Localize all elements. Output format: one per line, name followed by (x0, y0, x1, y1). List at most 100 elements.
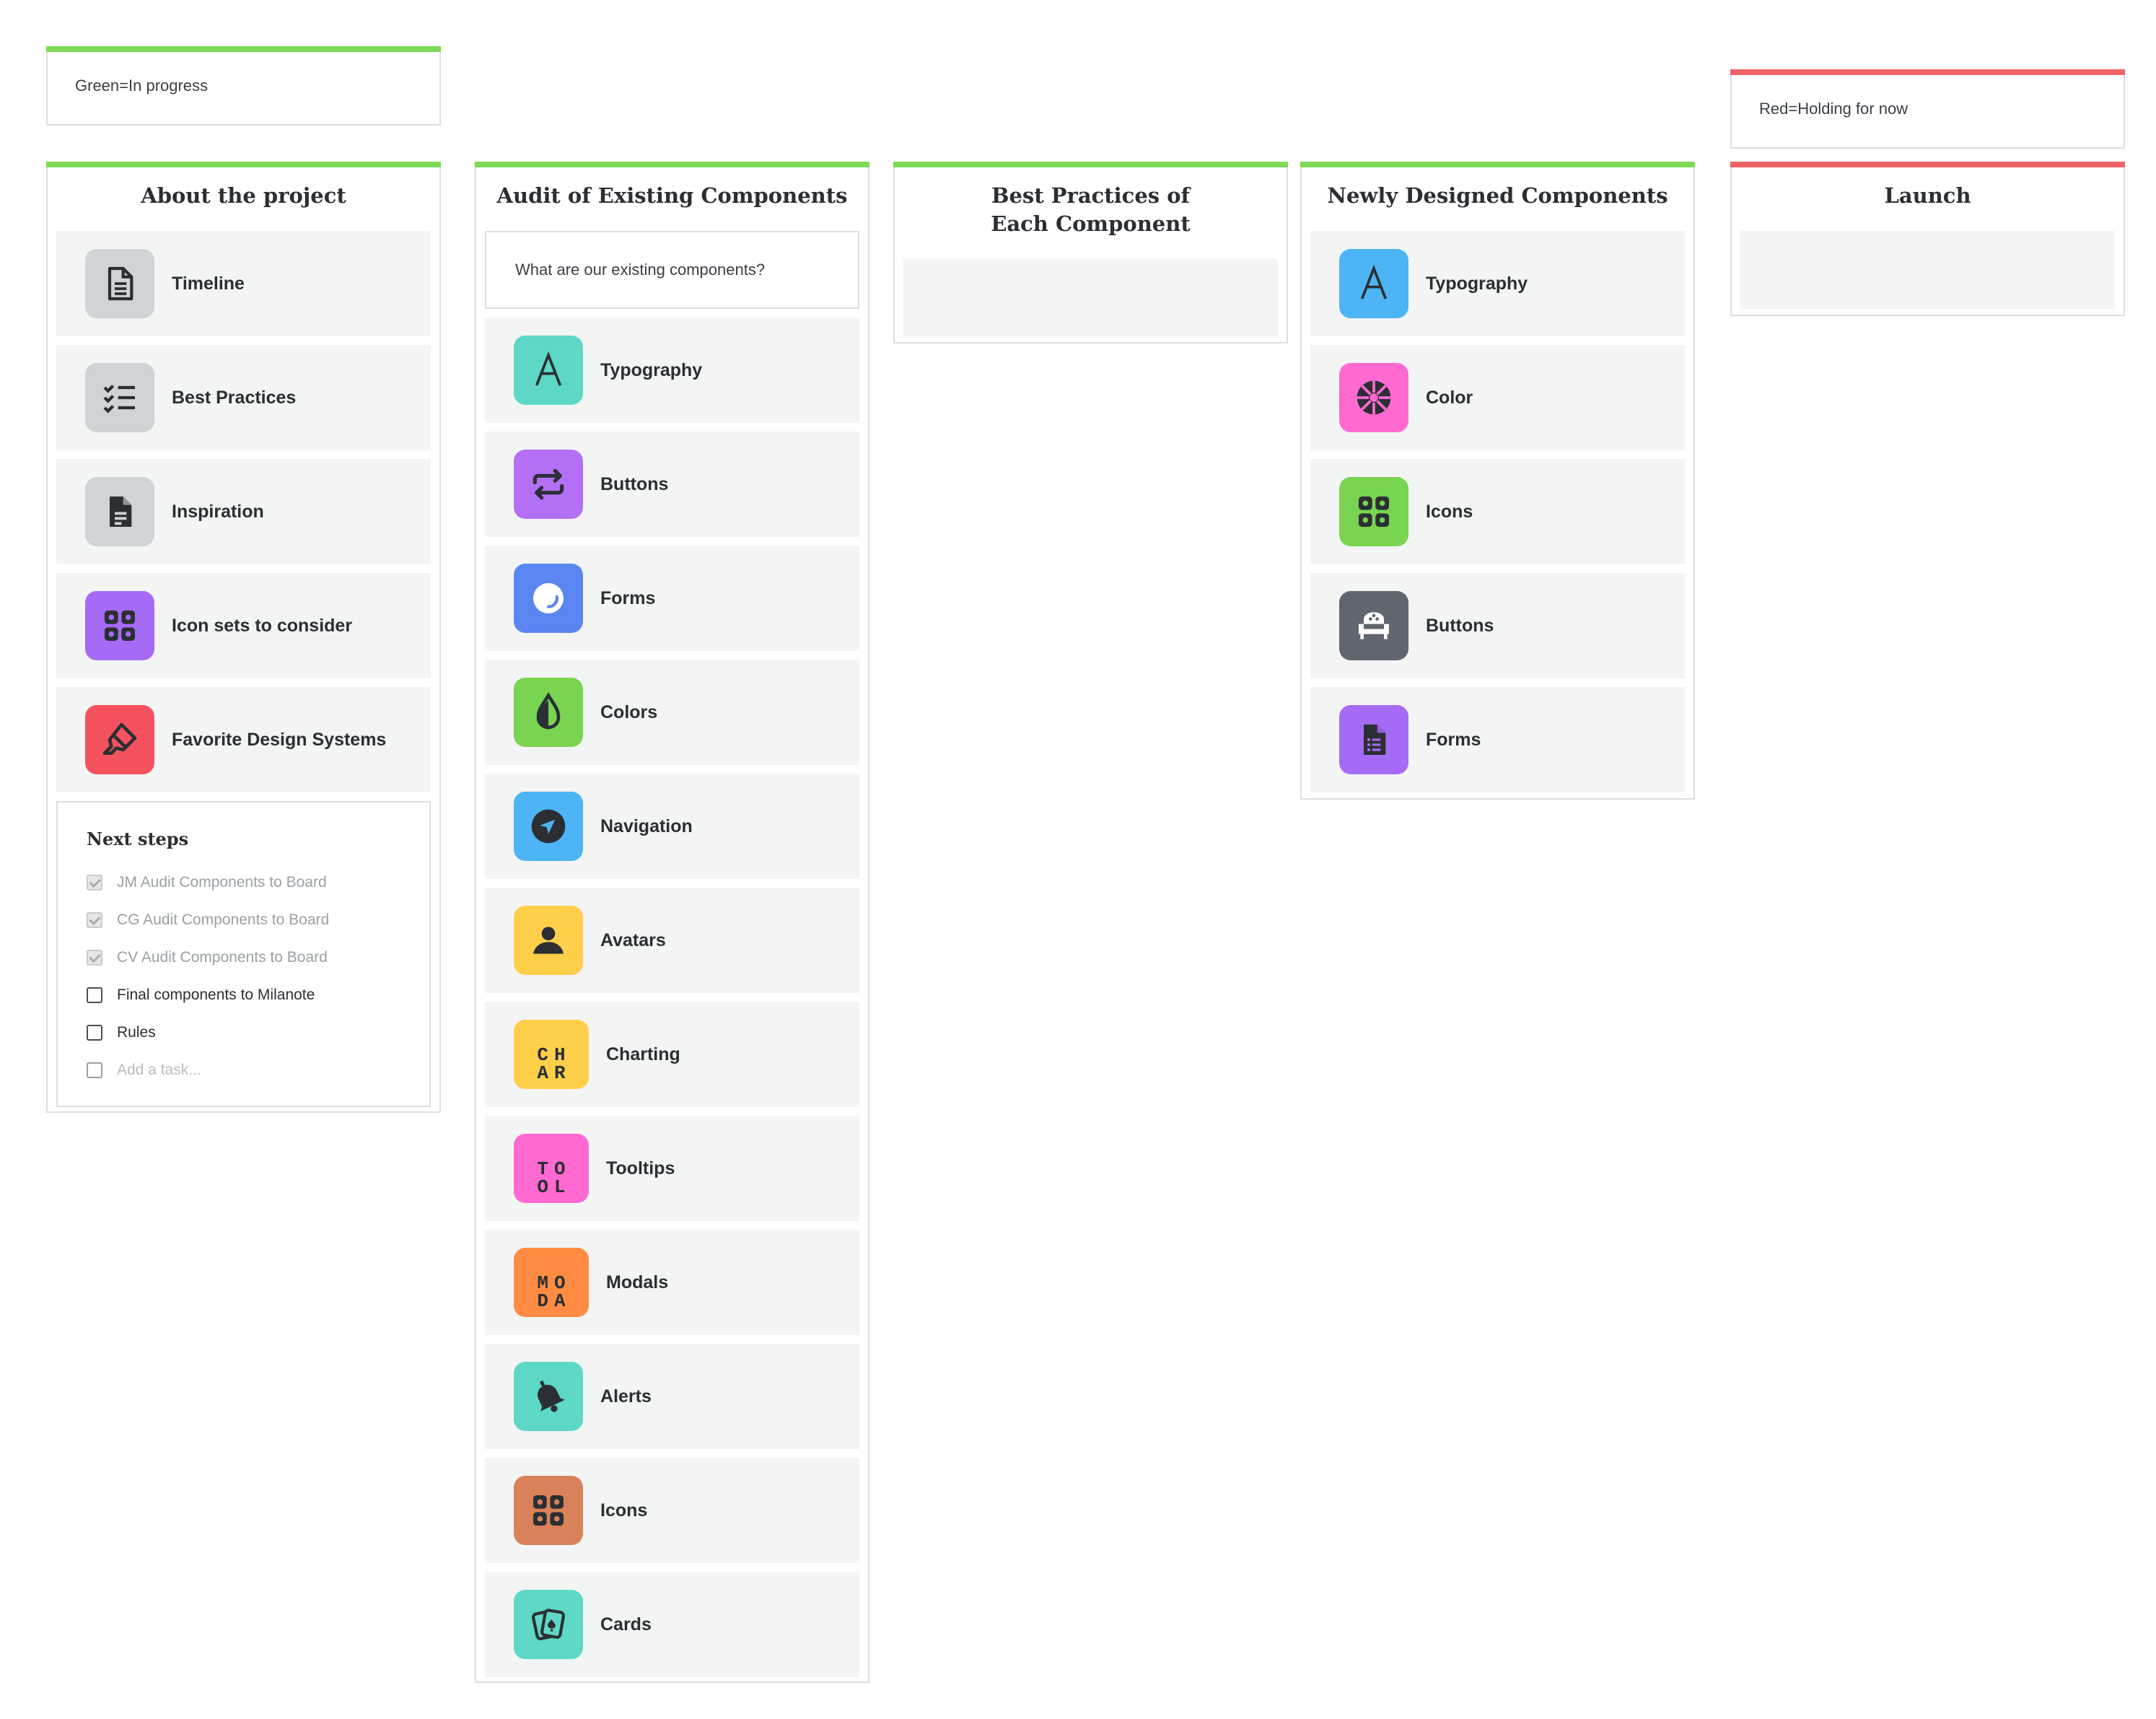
card-label: Icons (1426, 501, 1473, 522)
task-label: JM Audit Components to Board (117, 874, 327, 891)
document-icon (85, 249, 154, 318)
task-item[interactable]: Rules (87, 1014, 400, 1051)
card-icons[interactable]: Icons (485, 1458, 859, 1563)
card-label: Colors (600, 701, 658, 722)
green-legend-text: Green=In progress (75, 76, 209, 95)
column-launch[interactable]: Launch (1730, 162, 2125, 316)
letters-line: OL (537, 1176, 571, 1198)
red-status-bar (1730, 69, 2125, 75)
card-buttons[interactable]: Buttons (1310, 573, 1685, 678)
task-list[interactable]: Next steps JM Audit Components to Board … (56, 801, 431, 1107)
letters-icon: TO OL (514, 1134, 589, 1203)
letters-line: TO (537, 1158, 571, 1180)
card-label: Favorite Design Systems (172, 729, 387, 750)
card-label: Best Practices (172, 387, 297, 408)
card-label: Typography (1426, 273, 1528, 294)
column-title: Best Practices of Each Component (895, 163, 1287, 238)
add-task-input[interactable]: Add a task... (87, 1051, 400, 1089)
question-note[interactable]: What are our existing components? (485, 231, 859, 309)
card-alerts[interactable]: Alerts (485, 1344, 859, 1449)
card-label: Timeline (172, 273, 245, 294)
card-label: Color (1426, 387, 1473, 408)
column-title: Launch (1884, 183, 1971, 208)
card-modals[interactable]: MO DA Modals (485, 1230, 859, 1335)
task-label: CV Audit Components to Board (117, 949, 328, 966)
task-item[interactable]: CG Audit Components to Board (87, 901, 400, 939)
card-colors[interactable]: Colors (485, 660, 859, 765)
card-favorite-design-systems[interactable]: Favorite Design Systems (56, 687, 431, 792)
column-title: Newly Designed Components (1327, 183, 1668, 208)
card-color[interactable]: Color (1310, 345, 1685, 450)
letter-a-icon (514, 336, 583, 405)
column-about-project[interactable]: About the project Timeline Best Practice… (46, 162, 441, 1113)
task-item[interactable]: Final components to Milanote (87, 976, 400, 1014)
navigation-icon (514, 792, 583, 861)
card-buttons[interactable]: Buttons (485, 432, 859, 537)
task-item[interactable]: JM Audit Components to Board (87, 864, 400, 901)
card-typography[interactable]: Typography (485, 318, 859, 423)
card-forms[interactable]: Forms (485, 546, 859, 651)
card-label: Charting (606, 1044, 680, 1064)
task-list-title: Next steps (87, 828, 189, 849)
checkbox-unchecked[interactable] (87, 1025, 102, 1041)
red-legend-note[interactable]: Red=Holding for now (1730, 69, 2125, 149)
checkbox-unchecked[interactable] (87, 1062, 102, 1078)
card-icons[interactable]: Icons (1310, 459, 1685, 564)
card-label: Forms (1426, 729, 1481, 750)
drop-icon (514, 678, 583, 747)
card-typography[interactable]: Typography (1310, 231, 1685, 336)
card-inspiration[interactable]: Inspiration (56, 459, 431, 564)
column-title-line: Best Practices of (991, 183, 1191, 208)
empty-card[interactable] (903, 258, 1278, 336)
card-label: Modals (606, 1272, 669, 1292)
red-legend-text: Red=Holding for now (1759, 100, 1909, 118)
card-label: Inspiration (172, 501, 264, 522)
column-title: About the project (141, 183, 346, 208)
grid-icon (514, 1476, 583, 1545)
playing-cards-icon (514, 1590, 583, 1659)
card-charting[interactable]: CH AR Charting (485, 1002, 859, 1107)
card-cards[interactable]: Cards (485, 1572, 859, 1677)
green-status-bar (46, 46, 441, 52)
red-status-bar (1730, 162, 2125, 167)
circle-icon (514, 564, 583, 633)
green-legend-note[interactable]: Green=In progress (46, 46, 441, 126)
highlighter-icon (85, 705, 154, 774)
card-label: Cards (600, 1614, 652, 1635)
add-task-placeholder: Add a task... (117, 1062, 201, 1078)
checkbox-checked[interactable] (87, 912, 102, 928)
green-status-bar (1300, 162, 1695, 167)
card-label: Typography (600, 359, 703, 380)
task-label: Final components to Milanote (117, 987, 315, 1003)
grid-icon (1339, 477, 1408, 546)
card-navigation[interactable]: Navigation (485, 774, 859, 879)
grid-icon (85, 591, 154, 660)
column-best-practices[interactable]: Best Practices of Each Component (893, 162, 1288, 344)
card-forms[interactable]: Forms (1310, 687, 1685, 792)
letters-line: MO (537, 1272, 571, 1294)
letters-line: DA (537, 1290, 571, 1312)
letters-line: AR (537, 1062, 571, 1084)
empty-card[interactable] (1740, 231, 2115, 309)
repeat-icon (514, 450, 583, 519)
task-item[interactable]: CV Audit Components to Board (87, 939, 400, 976)
form-icon (1339, 705, 1408, 774)
card-tooltips[interactable]: TO OL Tooltips (485, 1116, 859, 1221)
card-label: Buttons (600, 473, 669, 494)
person-icon (514, 906, 583, 975)
column-newly-designed[interactable]: Newly Designed Components Typography Col… (1300, 162, 1695, 800)
checkbox-checked[interactable] (87, 875, 102, 891)
card-best-practices[interactable]: Best Practices (56, 345, 431, 450)
bell-icon (514, 1362, 583, 1431)
card-label: Icons (600, 1500, 648, 1521)
column-title: Audit of Existing Components (496, 183, 848, 208)
card-timeline[interactable]: Timeline (56, 231, 431, 336)
card-icon-sets[interactable]: Icon sets to consider (56, 573, 431, 678)
letter-a-icon (1339, 249, 1408, 318)
column-audit-existing[interactable]: Audit of Existing Components What are ou… (475, 162, 869, 1683)
card-avatars[interactable]: Avatars (485, 888, 859, 993)
checkbox-unchecked[interactable] (87, 987, 102, 1003)
card-label: Tooltips (606, 1158, 675, 1178)
checkbox-checked[interactable] (87, 950, 102, 966)
green-status-bar (475, 162, 869, 167)
